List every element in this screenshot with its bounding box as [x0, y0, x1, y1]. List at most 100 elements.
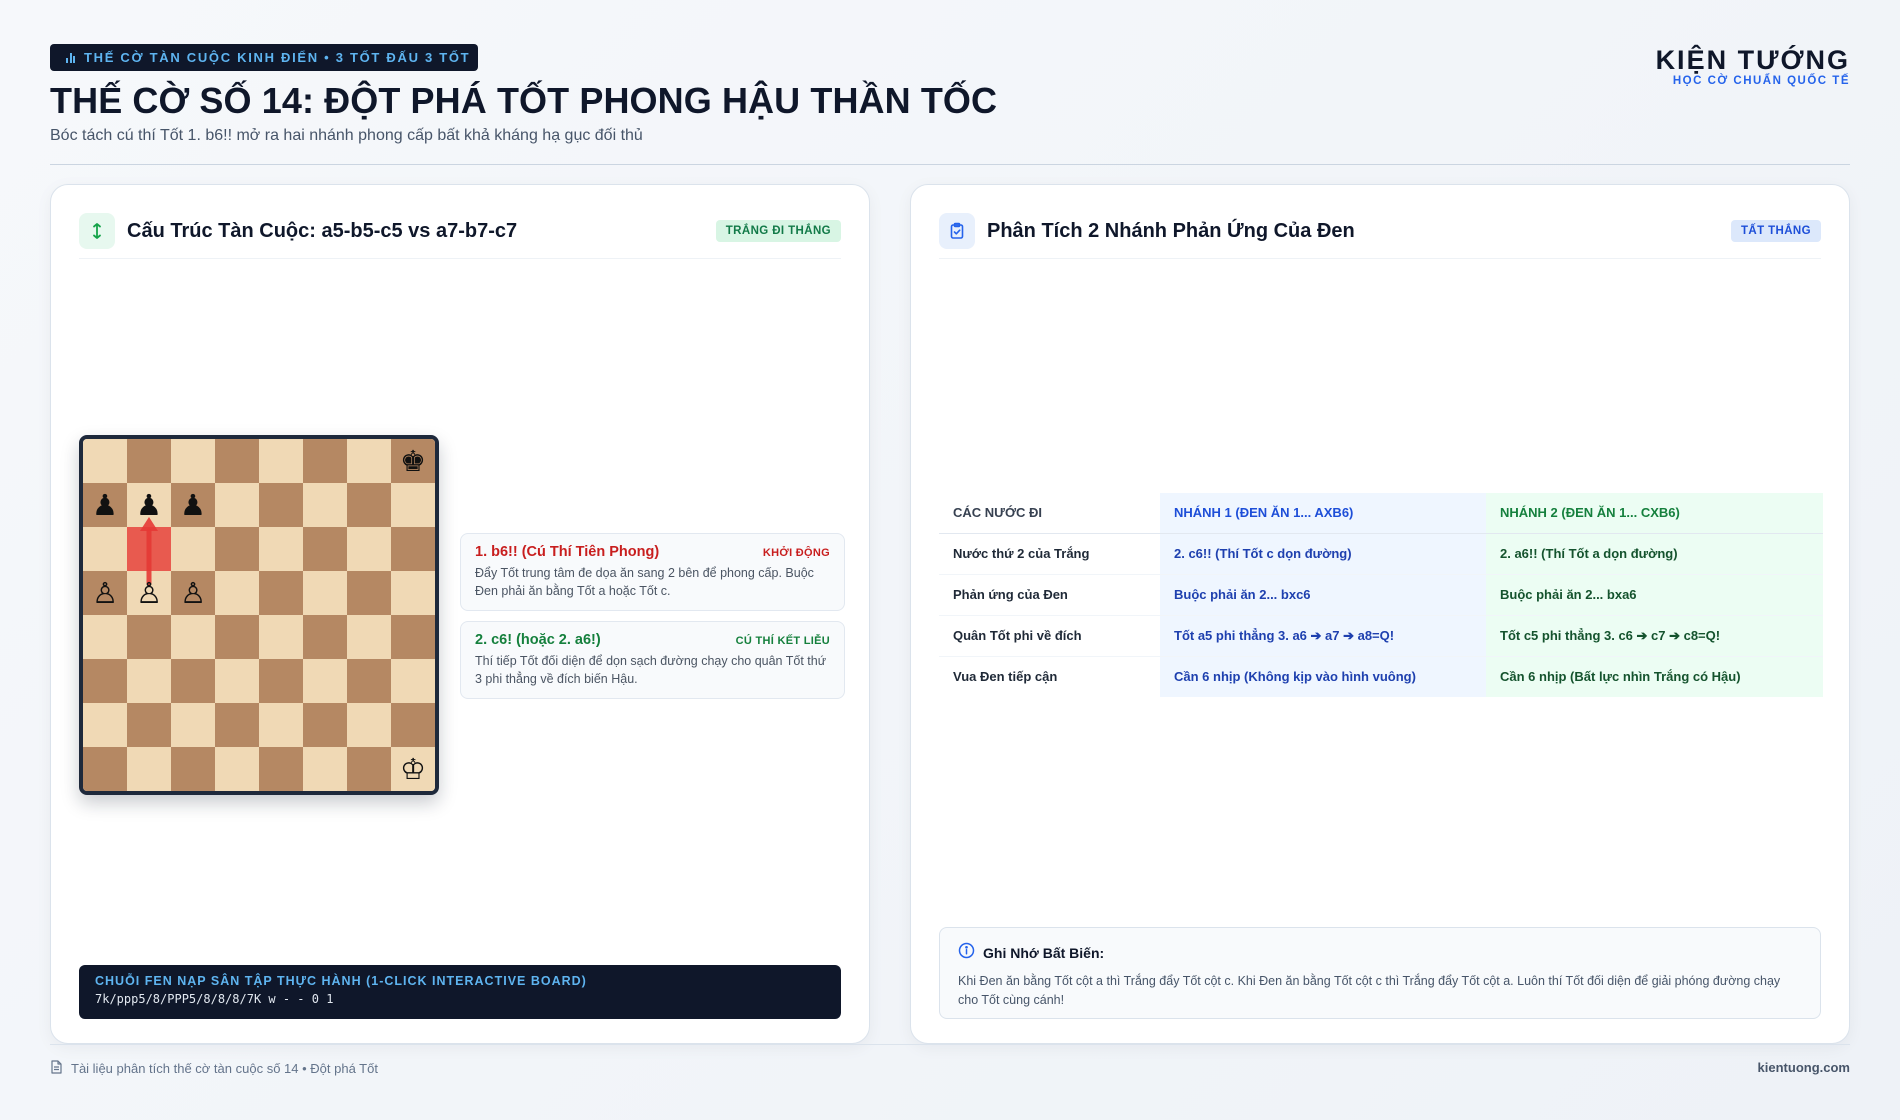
website-link[interactable]: kientuong.com — [1758, 1060, 1850, 1075]
square-f5[interactable] — [303, 571, 347, 615]
square-c8[interactable] — [171, 439, 215, 483]
square-b2[interactable] — [127, 703, 171, 747]
square-c6[interactable] — [171, 527, 215, 571]
square-c4[interactable] — [171, 615, 215, 659]
square-e2[interactable] — [259, 703, 303, 747]
structure-card: Cấu Trúc Tàn Cuộc: a5-b5-c5 vs a7-b7-c7 … — [50, 184, 870, 1044]
square-e7[interactable] — [259, 483, 303, 527]
row-label: Quân Tốt phi về đích — [939, 615, 1160, 657]
square-e3[interactable] — [259, 659, 303, 703]
square-d5[interactable] — [215, 571, 259, 615]
square-h3[interactable] — [391, 659, 435, 703]
square-c3[interactable] — [171, 659, 215, 703]
square-g8[interactable] — [347, 439, 391, 483]
square-h2[interactable] — [391, 703, 435, 747]
category-tag-label: THẾ CỜ TÀN CUỘC KINH ĐIỂN • 3 TỐT ĐẤU 3 … — [84, 50, 471, 65]
square-c1[interactable] — [171, 747, 215, 791]
card-header-divider — [79, 258, 841, 259]
square-g6[interactable] — [347, 527, 391, 571]
square-h7[interactable] — [391, 483, 435, 527]
square-a1[interactable] — [83, 747, 127, 791]
chess-board-graphic[interactable]: ♚ ♟ ♟ ♟ ♙ ♙ ♙ ♔ — [83, 439, 435, 791]
structure-card-header: Cấu Trúc Tàn Cuộc: a5-b5-c5 vs a7-b7-c7 … — [79, 209, 841, 253]
sure-win-badge: TẤT THẮNG — [1730, 220, 1821, 242]
square-h5[interactable] — [391, 571, 435, 615]
table-row: Nước thứ 2 của Trắng 2. c6!! (Thí Tốt c … — [939, 533, 1823, 575]
square-a2[interactable] — [83, 703, 127, 747]
square-f4[interactable] — [303, 615, 347, 659]
analysis-card-header: Phân Tích 2 Nhánh Phản Ứng Của Đen TẤT T… — [939, 209, 1821, 253]
key-takeaway-box: Ghi Nhớ Bất Biến: Khi Đen ăn bằng Tốt cộ… — [939, 927, 1821, 1019]
black-pawn-b7[interactable]: ♟ — [136, 488, 162, 522]
square-d8[interactable] — [215, 439, 259, 483]
branch-2-cell: Buộc phải ăn 2... bxa6 — [1486, 574, 1823, 616]
square-h4[interactable] — [391, 615, 435, 659]
square-h6[interactable] — [391, 527, 435, 571]
square-d3[interactable] — [215, 659, 259, 703]
table-header-row: CÁC NƯỚC ĐI NHÁNH 1 (ĐEN ĂN 1... AXB6) N… — [939, 493, 1823, 534]
white-pawn-c5[interactable]: ♙ — [180, 576, 206, 610]
bar-chart-icon — [66, 52, 75, 63]
white-king-h1[interactable]: ♔ — [400, 752, 426, 786]
white-pawn-b5[interactable]: ♙ — [136, 576, 162, 610]
page-header: THẾ CỜ TÀN CUỘC KINH ĐIỂN • 3 TỐT ĐẤU 3 … — [50, 44, 1850, 164]
black-pawn-a7[interactable]: ♟ — [92, 488, 118, 522]
chess-board[interactable]: ♚ ♟ ♟ ♟ ♙ ♙ ♙ ♔ — [79, 435, 439, 795]
square-f6[interactable] — [303, 527, 347, 571]
square-d7[interactable] — [215, 483, 259, 527]
black-pawn-c7[interactable]: ♟ — [180, 488, 206, 522]
square-c2[interactable] — [171, 703, 215, 747]
square-e4[interactable] — [259, 615, 303, 659]
square-e6[interactable] — [259, 527, 303, 571]
square-d1[interactable] — [215, 747, 259, 791]
square-a4[interactable] — [83, 615, 127, 659]
branch-1-cell: Cần 6 nhịp (Không kịp vào hình vuông) — [1160, 656, 1486, 697]
square-g7[interactable] — [347, 483, 391, 527]
square-f7[interactable] — [303, 483, 347, 527]
white-pawn-a5[interactable]: ♙ — [92, 576, 118, 610]
square-a3[interactable] — [83, 659, 127, 703]
square-b3[interactable] — [127, 659, 171, 703]
table-row: Vua Đen tiếp cận Cần 6 nhịp (Không kịp v… — [939, 656, 1823, 697]
square-g4[interactable] — [347, 615, 391, 659]
branch-2-cell: Tốt c5 phi thẳng 3. c6 ➔ c7 ➔ c8=Q! — [1486, 615, 1823, 657]
square-d2[interactable] — [215, 703, 259, 747]
black-king-h8[interactable]: ♚ — [400, 444, 426, 478]
square-b8[interactable] — [127, 439, 171, 483]
square-e1[interactable] — [259, 747, 303, 791]
move-1-description: Đẩy Tốt trung tâm đe dọa ăn sang 2 bên đ… — [475, 566, 814, 599]
square-d6[interactable] — [215, 527, 259, 571]
move-note-1: 1. b6!! (Cú Thí Tiên Phong) KHỞI ĐỘNG Đẩ… — [460, 533, 845, 612]
brand-logo: KIỆN TƯỚNG HỌC CỜ CHUẨN QUỐC TẾ — [1656, 44, 1850, 87]
table-row: Quân Tốt phi về đích Tốt a5 phi thẳng 3.… — [939, 615, 1823, 657]
category-tag: THẾ CỜ TÀN CUỘC KINH ĐIỂN • 3 TỐT ĐẤU 3 … — [50, 44, 478, 71]
structure-card-title: Cấu Trúc Tàn Cuộc: a5-b5-c5 vs a7-b7-c7 — [127, 219, 518, 242]
square-e8[interactable] — [259, 439, 303, 483]
column-header-branch-2: NHÁNH 2 (ĐEN ĂN 1... CXB6) — [1486, 493, 1823, 534]
square-g1[interactable] — [347, 747, 391, 791]
square-g5[interactable] — [347, 571, 391, 615]
page-title: THẾ CỜ SỐ 14: ĐỘT PHÁ TỐT PHONG HẬU THẦN… — [50, 80, 998, 121]
branch-1-cell: 2. c6!! (Thí Tốt c dọn đường) — [1160, 533, 1486, 575]
square-a6[interactable] — [83, 527, 127, 571]
brand-name: KIỆN TƯỚNG — [1655, 45, 1850, 75]
square-b1[interactable] — [127, 747, 171, 791]
square-d4[interactable] — [215, 615, 259, 659]
clipboard-check-icon — [939, 213, 975, 249]
fen-label: CHUỖI FEN NẠP SÂN TẬP THỰC HÀNH (1-CLICK… — [95, 974, 587, 988]
square-g3[interactable] — [347, 659, 391, 703]
square-b4[interactable] — [127, 615, 171, 659]
row-label: Phản ứng của Đen — [939, 574, 1160, 616]
key-takeaway-title: Ghi Nhớ Bất Biến: — [983, 945, 1105, 961]
fen-string[interactable]: 7k/ppp5/8/PPP5/8/8/8/7K w - - 0 1 — [95, 992, 825, 1006]
square-a8[interactable] — [83, 439, 127, 483]
square-e5[interactable] — [259, 571, 303, 615]
square-g2[interactable] — [347, 703, 391, 747]
branch-comparison-table: CÁC NƯỚC ĐI NHÁNH 1 (ĐEN ĂN 1... AXB6) N… — [939, 493, 1823, 697]
document-icon — [50, 1060, 63, 1077]
square-f1[interactable] — [303, 747, 347, 791]
fen-string-panel[interactable]: CHUỖI FEN NẠP SÂN TẬP THỰC HÀNH (1-CLICK… — [79, 965, 841, 1019]
square-f2[interactable] — [303, 703, 347, 747]
square-f8[interactable] — [303, 439, 347, 483]
square-f3[interactable] — [303, 659, 347, 703]
